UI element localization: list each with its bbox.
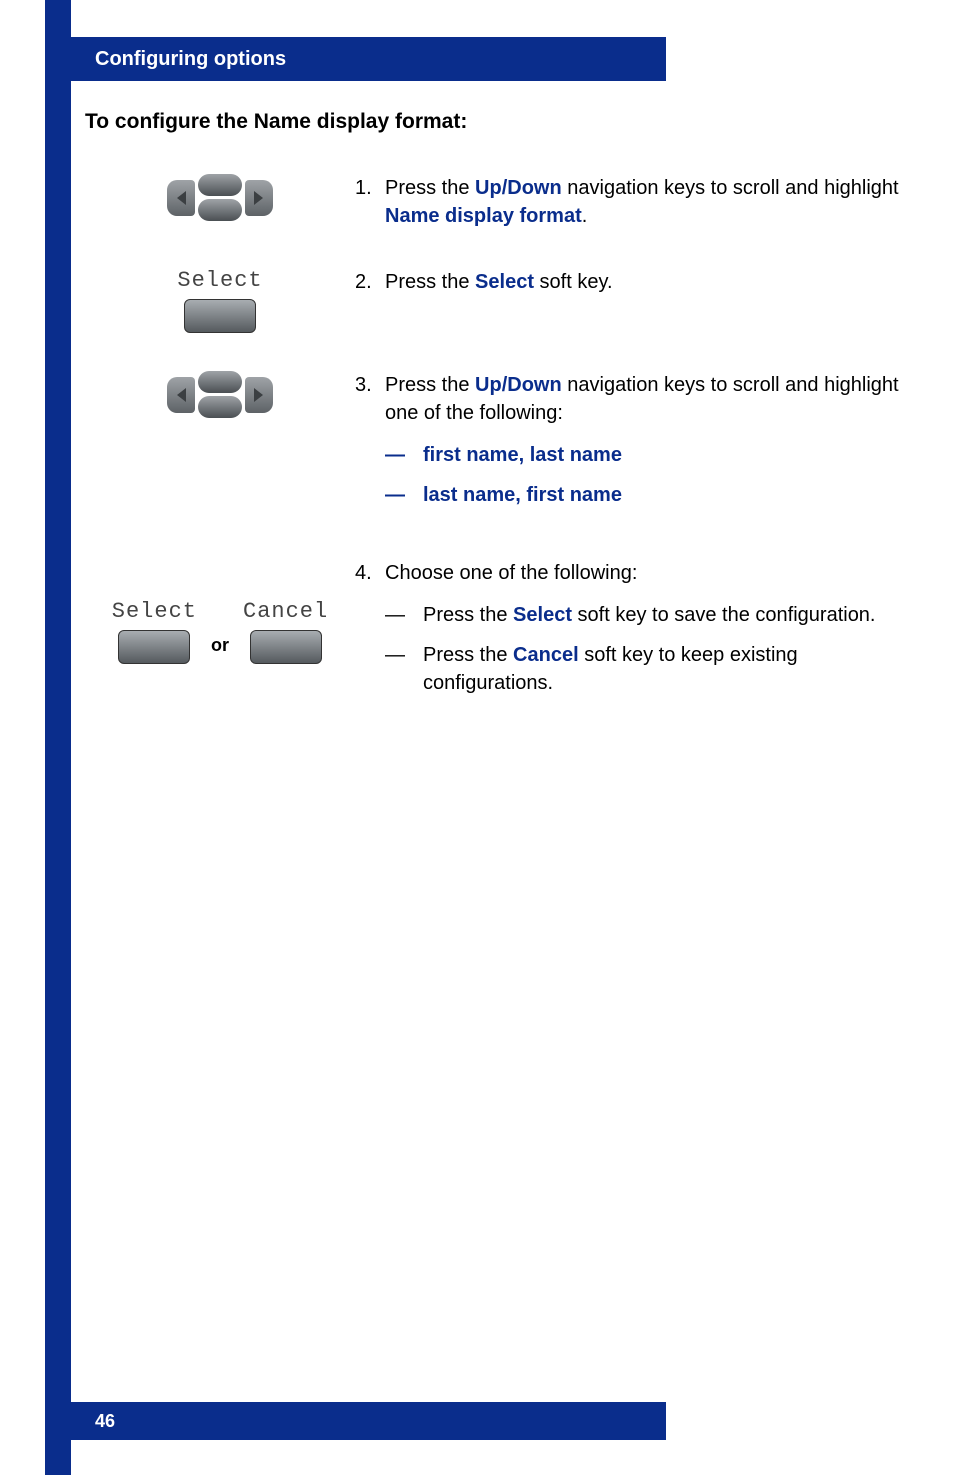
dash-icon: — [385,441,423,469]
softkey-button-icon [118,630,190,664]
step-4: Select or Cancel 4. Choose one of the fo… [85,559,905,709]
choice-cancel: — Press the Cancel soft key to keep exis… [385,641,905,697]
softkey-label-select: Select [177,268,262,293]
step-1-image [85,174,355,221]
navpad-icon [167,371,273,418]
step-2: Select 2. Press the Select soft key. [85,268,905,333]
dash-icon: — [385,641,423,697]
step-body: Press the Up/Down navigation keys to scr… [385,174,905,230]
or-label: or [211,635,229,664]
updown-link: Up/Down [475,374,562,396]
section-title: To configure the Name display format: [85,110,905,134]
step-2-image: Select [85,268,355,333]
nav-updown-icon [198,371,242,418]
page-number: 46 [95,1411,115,1432]
option-last-first: — last name, first name [385,481,905,509]
dash-icon: — [385,481,423,509]
step-3: 3. Press the Up/Down navigation keys to … [85,371,905,521]
nav-right-icon [245,180,273,216]
select-link: Select [513,604,572,626]
page-content: To configure the Name display format: 1.… [85,110,905,709]
step-body: Press the Select soft key. [385,268,905,296]
step-body: Choose one of the following: — Press the… [385,559,905,709]
name-display-format-link: Name display format [385,205,582,227]
softkey-label-select: Select [112,599,197,624]
step-number: 1. [355,174,385,230]
select-softkey-icon: Select [112,599,197,664]
step-3-text: 3. Press the Up/Down navigation keys to … [355,371,905,521]
dash-icon: — [385,601,423,629]
nav-right-icon [245,377,273,413]
cancel-link: Cancel [513,644,579,666]
select-or-cancel-icon: Select or Cancel [112,599,328,664]
nav-left-icon [167,180,195,216]
left-sidebar-stripe [45,0,71,1475]
step-2-text: 2. Press the Select soft key. [355,268,905,296]
steps-list: 1. Press the Up/Down navigation keys to … [85,174,905,709]
step-4-image: Select or Cancel [85,559,355,664]
step-number: 3. [355,371,385,521]
option-first-last: — first name, last name [385,441,905,469]
option-list: — first name, last name — last name, fir… [385,441,905,509]
choice-select: — Press the Select soft key to save the … [385,601,905,629]
chapter-header: Configuring options [71,37,666,81]
page-footer: 46 [71,1402,666,1440]
choice-list: — Press the Select soft key to save the … [385,601,905,697]
step-4-text: 4. Choose one of the following: — Press … [355,559,905,709]
step-body: Press the Up/Down navigation keys to scr… [385,371,905,521]
cancel-softkey-icon: Cancel [243,599,328,664]
softkey-button-icon [250,630,322,664]
nav-updown-icon [198,174,242,221]
step-1-text: 1. Press the Up/Down navigation keys to … [355,174,905,230]
navpad-icon [167,174,273,221]
step-number: 2. [355,268,385,296]
nav-left-icon [167,377,195,413]
select-link: Select [475,271,534,293]
step-3-image [85,371,355,418]
chapter-title: Configuring options [95,48,286,71]
step-number: 4. [355,559,385,709]
step-1: 1. Press the Up/Down navigation keys to … [85,174,905,230]
softkey-label-cancel: Cancel [243,599,328,624]
select-softkey-icon: Select [177,268,262,333]
updown-link: Up/Down [475,177,562,199]
softkey-button-icon [184,299,256,333]
